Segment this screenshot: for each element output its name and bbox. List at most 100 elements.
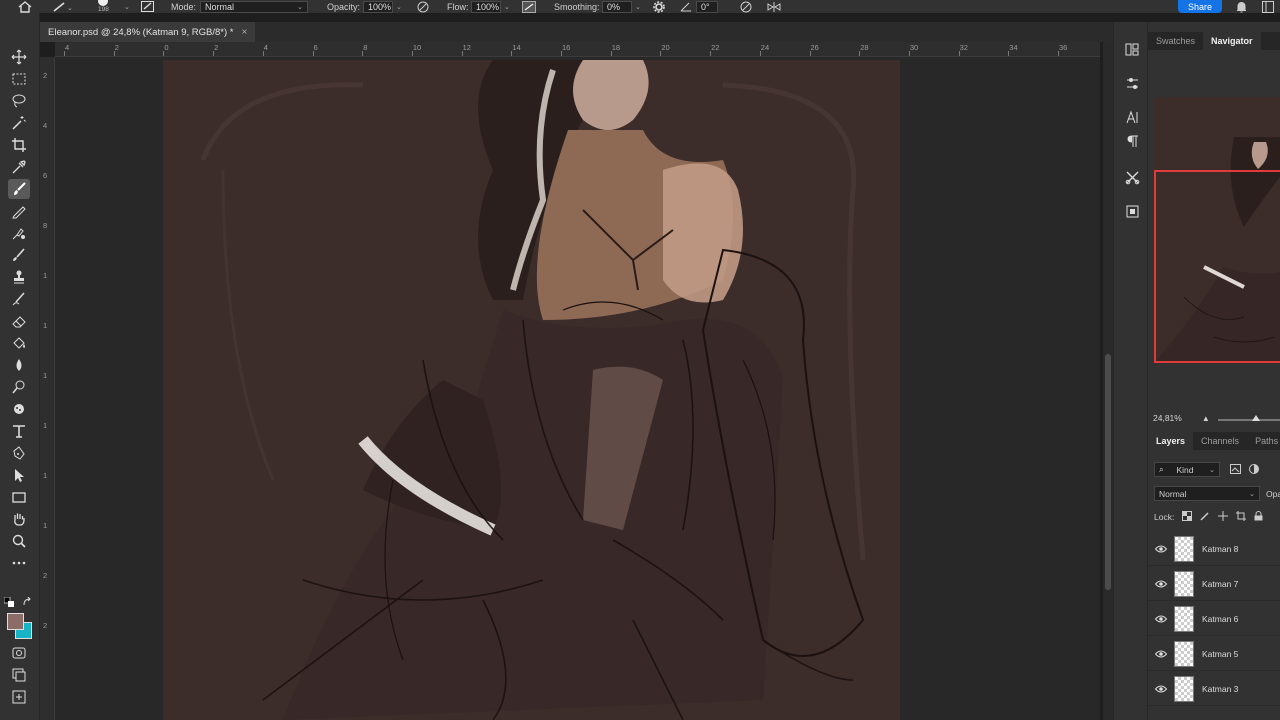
mixer-brush-icon[interactable] xyxy=(8,289,30,309)
edit-toolbar-icon[interactable] xyxy=(8,687,30,707)
pencil-icon[interactable] xyxy=(8,201,30,221)
marquee-icon[interactable] xyxy=(8,69,30,89)
layer-row[interactable]: Katman 5 xyxy=(1148,637,1280,671)
tool-presets-icon[interactable] xyxy=(1122,168,1142,186)
brush-picker-chevron-icon[interactable]: ⌄ xyxy=(121,0,130,13)
layer-filter-select[interactable]: ⌕ Kind ⌄ xyxy=(1154,462,1220,477)
hand-icon[interactable] xyxy=(8,509,30,529)
foreground-color-swatch[interactable] xyxy=(7,613,24,630)
symmetry-icon[interactable] xyxy=(766,0,782,13)
smoothing-chevron-icon[interactable]: ⌄ xyxy=(635,3,641,11)
adjustment-filter-icon[interactable] xyxy=(1249,463,1259,476)
vertical-scrollbar[interactable] xyxy=(1103,42,1113,720)
layer-row[interactable]: Katman 6 xyxy=(1148,602,1280,636)
document-canvas[interactable] xyxy=(163,60,900,720)
visibility-eye-icon[interactable] xyxy=(1148,580,1174,588)
eraser-icon[interactable] xyxy=(8,311,30,331)
document-tab[interactable]: Eleanor.psd @ 24,8% (Katman 9, RGB/8*) *… xyxy=(40,22,256,42)
flow-field[interactable]: 100% xyxy=(471,0,501,13)
angle-field[interactable]: 0° xyxy=(696,0,718,13)
paint-bucket-icon[interactable] xyxy=(8,333,30,353)
tab-navigator[interactable]: Navigator xyxy=(1203,32,1261,50)
navigator-preview[interactable] xyxy=(1154,97,1280,363)
libraries-icon[interactable] xyxy=(1122,40,1142,58)
airbrush-icon[interactable] xyxy=(522,0,536,13)
layer-row[interactable]: Katman 7 xyxy=(1148,567,1280,601)
visibility-eye-icon[interactable] xyxy=(1148,685,1174,693)
zoom-icon[interactable] xyxy=(8,531,30,551)
more-icon[interactable] xyxy=(8,553,30,573)
layer-name[interactable]: Katman 3 xyxy=(1202,684,1238,694)
eyedropper-icon[interactable] xyxy=(8,157,30,177)
lock-position-icon[interactable] xyxy=(1218,511,1229,523)
pressure-size-icon[interactable] xyxy=(739,0,753,13)
paragraph-icon[interactable] xyxy=(1122,132,1142,150)
brush-settings-icon[interactable] xyxy=(141,0,154,13)
navigator-view-frame[interactable] xyxy=(1154,170,1280,363)
quick-mask-icon[interactable] xyxy=(8,643,30,663)
crop-icon[interactable] xyxy=(8,135,30,155)
workspace-icon[interactable] xyxy=(1262,0,1274,13)
smoothing-field[interactable]: 0% xyxy=(602,0,632,13)
lock-artboard-icon[interactable] xyxy=(1236,511,1247,523)
ruler-tick-label: 2 xyxy=(43,571,48,580)
default-colors-icon[interactable] xyxy=(3,596,14,607)
bell-icon[interactable] xyxy=(1236,0,1247,13)
close-icon[interactable]: × xyxy=(242,27,248,38)
zoom-slider-knob[interactable] xyxy=(1252,415,1260,421)
type-icon[interactable] xyxy=(8,421,30,441)
swap-colors-icon[interactable] xyxy=(22,596,32,607)
layer-thumbnail xyxy=(1174,570,1194,597)
layer-name[interactable]: Katman 6 xyxy=(1202,614,1238,624)
layer-row[interactable]: Katman 8 xyxy=(1148,532,1280,566)
brush-icon[interactable] xyxy=(8,179,30,199)
flow-chevron-icon[interactable]: ⌄ xyxy=(504,3,510,11)
scrollbar-thumb[interactable] xyxy=(1105,354,1111,590)
layer-row[interactable]: Katman 3 xyxy=(1148,672,1280,706)
dodge-icon[interactable] xyxy=(8,377,30,397)
rectangle-icon[interactable] xyxy=(8,487,30,507)
home-icon[interactable] xyxy=(18,0,32,13)
blur-icon[interactable] xyxy=(8,355,30,375)
tab-swatches[interactable]: Swatches xyxy=(1148,32,1203,50)
lasso-icon[interactable] xyxy=(8,91,30,111)
pressure-opacity-icon[interactable] xyxy=(416,0,430,13)
navigator-zoom-value[interactable]: 24,81% xyxy=(1153,413,1182,423)
brush-size-picker[interactable]: 198 xyxy=(98,0,109,13)
layer-name[interactable]: Katman 7 xyxy=(1202,579,1238,589)
properties-icon[interactable] xyxy=(1122,202,1142,220)
history-brush-icon[interactable] xyxy=(8,245,30,265)
layer-name[interactable]: Katman 5 xyxy=(1202,649,1238,659)
screen-mode-icon[interactable] xyxy=(8,665,30,685)
stamp-icon[interactable] xyxy=(8,267,30,287)
gear-icon[interactable] xyxy=(653,0,665,13)
layer-name[interactable]: Katman 8 xyxy=(1202,544,1238,554)
path-select-icon[interactable] xyxy=(8,465,30,485)
zoom-out-icon[interactable]: ▲ xyxy=(1202,414,1210,423)
lock-pixels-icon[interactable] xyxy=(1200,511,1210,523)
opacity-field[interactable]: 100% xyxy=(363,0,393,13)
share-button[interactable]: Share xyxy=(1178,0,1222,13)
opacity-chevron-icon[interactable]: ⌄ xyxy=(396,3,402,11)
tab-channels[interactable]: Channels xyxy=(1193,432,1247,450)
navigator-zoom-slider[interactable] xyxy=(1218,415,1280,421)
visibility-eye-icon[interactable] xyxy=(1148,650,1174,658)
lock-transparency-icon[interactable] xyxy=(1182,511,1193,523)
move-icon[interactable] xyxy=(8,47,30,67)
adjustments-icon[interactable] xyxy=(1122,74,1142,92)
mode-select[interactable]: Normal ⌄ xyxy=(200,0,308,13)
pen-icon[interactable] xyxy=(8,443,30,463)
canvas-workspace[interactable] xyxy=(55,57,1100,720)
visibility-eye-icon[interactable] xyxy=(1148,615,1174,623)
tab-layers[interactable]: Layers xyxy=(1148,432,1194,450)
character-icon[interactable] xyxy=(1122,108,1142,126)
magic-wand-icon[interactable] xyxy=(8,113,30,133)
lock-all-icon[interactable] xyxy=(1254,511,1263,523)
sponge-icon[interactable] xyxy=(8,399,30,419)
blend-mode-select[interactable]: Normal ⌄ xyxy=(1154,486,1260,501)
tab-paths[interactable]: Paths xyxy=(1247,432,1280,450)
image-filter-icon[interactable] xyxy=(1230,463,1241,476)
visibility-eye-icon[interactable] xyxy=(1148,545,1174,553)
clone-stamp-icon[interactable] xyxy=(8,223,30,243)
brush-preset-icon[interactable]: ⌄ xyxy=(52,0,74,13)
